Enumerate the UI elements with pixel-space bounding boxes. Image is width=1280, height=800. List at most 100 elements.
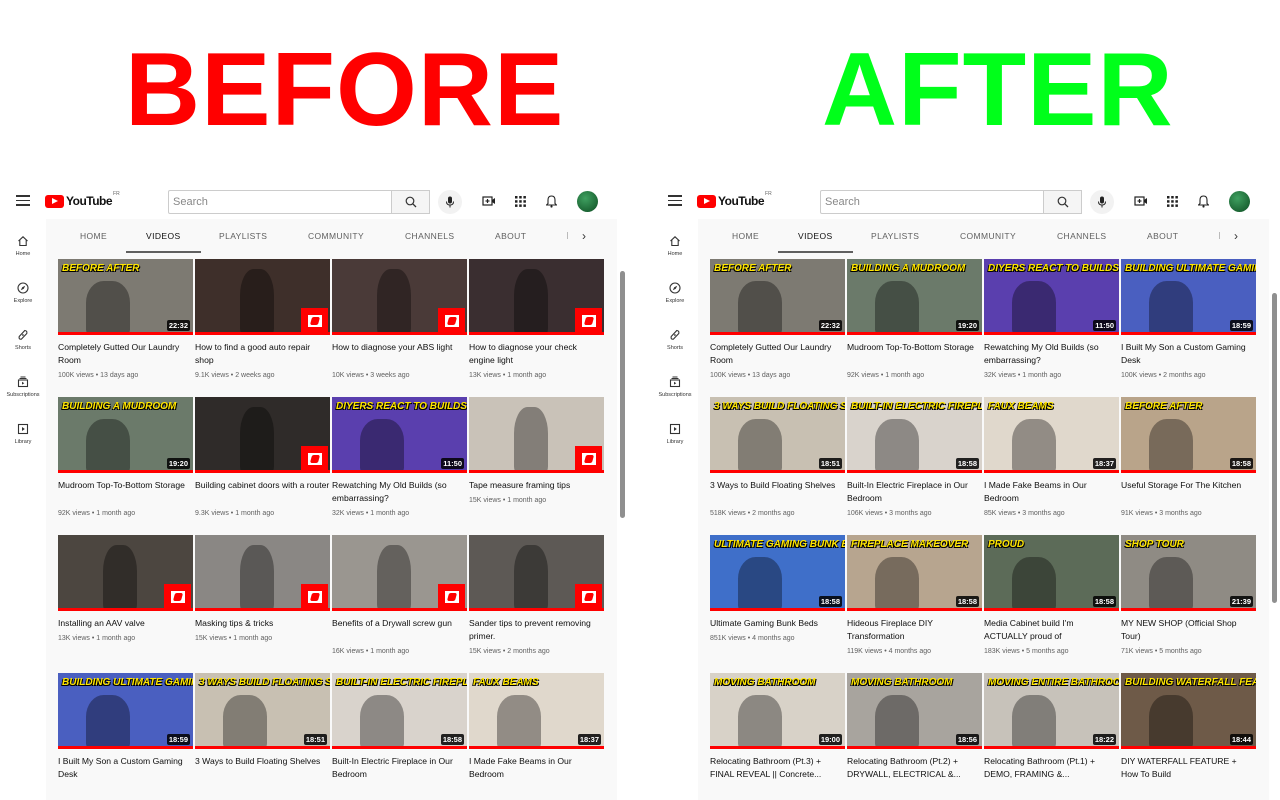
chevron-right-icon[interactable]: › (1234, 229, 1238, 243)
video-card[interactable]: 3 WAYS BUILD FLOATING SHELVES 18:51 3 Ways… (710, 397, 845, 531)
video-card[interactable]: BUILDING ULTIMATE GAMING DESK 18:59 I Buil… (1121, 259, 1256, 393)
video-card[interactable]: 3 WAYS BUILD FLOATING SHELVES 18:51 3 Ways… (195, 673, 330, 800)
video-card[interactable]: MOVING ENTIRE BATHROOM 18:22 Relocating Ba… (984, 673, 1119, 800)
video-title[interactable]: Relocating Bathroom (Pt.3) + FINAL REVEA… (710, 755, 845, 780)
video-card[interactable]: Sander tips to prevent removing primer. 1… (469, 535, 604, 669)
video-card[interactable]: BUILT-IN ELECTRIC FIREPLACE MANTEL18:58B… (847, 397, 982, 531)
video-thumbnail[interactable]: BEFORE AFTER 18:58 (1121, 397, 1256, 473)
video-card[interactable]: BUILT-IN ELECTRIC FIREPLACE MANTEL18:58B… (332, 673, 467, 800)
video-thumbnail[interactable]: 3 WAYS BUILD FLOATING SHELVES 18:51 (710, 397, 845, 473)
video-thumbnail[interactable] (469, 535, 604, 611)
video-card[interactable]: SHOP TOUR 21:39 MY NEW SHOP (Official Shop… (1121, 535, 1256, 669)
search-button[interactable] (392, 190, 430, 214)
video-card[interactable]: BUILDING ULTIMATE GAMING DESK 18:59 I Buil… (58, 673, 193, 800)
video-title[interactable]: Sander tips to prevent removing primer. (469, 617, 604, 642)
video-thumbnail[interactable]: BUILDING A MUDROOM 19:20 (847, 259, 982, 335)
tab-home[interactable]: HOME (80, 219, 107, 253)
video-thumbnail[interactable]: BUILDING WATERFALL FEATURE 18:44 (1121, 673, 1256, 749)
video-title[interactable]: Mudroom Top-To-Bottom Storage (58, 479, 193, 492)
video-title[interactable]: MY NEW SHOP (Official Shop Tour) (1121, 617, 1256, 642)
video-thumbnail[interactable]: MOVING BATHROOM 18:56 (847, 673, 982, 749)
video-thumbnail[interactable] (332, 259, 467, 335)
create-video-icon[interactable] (1134, 194, 1148, 208)
youtube-logo[interactable]: YouTube FR (45, 191, 120, 208)
video-title[interactable]: Built-In Electric Fireplace in Our Bedro… (847, 479, 982, 504)
create-video-icon[interactable] (482, 194, 496, 208)
video-card[interactable]: BUILDING WATERFALL FEATURE 18:44 DIY WATER… (1121, 673, 1256, 800)
video-card[interactable]: ULTIMATE GAMING BUNK BED 18:58 Ultimate Ga… (710, 535, 845, 669)
video-title[interactable]: I Built My Son a Custom Gaming Desk (58, 755, 193, 780)
video-thumbnail[interactable]: BUILDING A MUDROOM 19:20 (58, 397, 193, 473)
notifications-bell-icon[interactable] (1196, 194, 1210, 208)
sidebar-item-home[interactable]: Home (652, 235, 698, 257)
hamburger-menu-icon[interactable] (16, 195, 30, 206)
video-card[interactable]: DIYERS REACT TO BUILDS 11:50 Rewatching My… (332, 397, 467, 531)
apps-grid-icon[interactable] (513, 194, 527, 208)
search-input[interactable]: Search (168, 190, 392, 214)
video-thumbnail[interactable]: 3 WAYS BUILD FLOATING SHELVES 18:51 (195, 673, 330, 749)
video-card[interactable]: Tape measure framing tips 15K views • 1 m… (469, 397, 604, 531)
video-thumbnail[interactable] (469, 397, 604, 473)
scrollbar-thumb[interactable] (1272, 293, 1277, 603)
video-title[interactable]: I Made Fake Beams in Our Bedroom (984, 479, 1119, 504)
video-title[interactable]: Tape measure framing tips (469, 479, 604, 492)
video-thumbnail[interactable]: DIYERS REACT TO BUILDS 11:50 (984, 259, 1119, 335)
video-title[interactable]: Built-In Electric Fireplace in Our Bedro… (332, 755, 467, 780)
hamburger-menu-icon[interactable] (668, 195, 682, 206)
video-title[interactable]: Installing an AAV valve (58, 617, 193, 630)
video-thumbnail[interactable]: BEFORE AFTER 22:32 (58, 259, 193, 335)
sidebar-item-home[interactable]: Home (0, 235, 46, 257)
sidebar-item-shorts[interactable]: Shorts (652, 329, 698, 351)
tab-playlists[interactable]: PLAYLISTS (871, 219, 919, 253)
video-thumbnail[interactable]: PROUD 18:58 (984, 535, 1119, 611)
apps-grid-icon[interactable] (1165, 194, 1179, 208)
sidebar-item-library[interactable]: Library (0, 423, 46, 445)
video-thumbnail[interactable]: FIREPLACE MAKEOVER 18:58 (847, 535, 982, 611)
tab-channels[interactable]: CHANNELS (1057, 219, 1107, 253)
sidebar-item-explore[interactable]: Explore (652, 282, 698, 304)
video-thumbnail[interactable]: BUILDING ULTIMATE GAMING DESK 18:59 (1121, 259, 1256, 335)
voice-search-button[interactable] (1090, 190, 1114, 214)
sidebar-item-subscriptions[interactable]: Subscriptions (0, 376, 46, 398)
video-card[interactable]: Benefits of a Drywall screw gun 16K views… (332, 535, 467, 669)
tab-community[interactable]: COMMUNITY (308, 219, 364, 253)
video-card[interactable]: BUILDING A MUDROOM 19:20 Mudroom Top-To-Bo… (847, 259, 982, 393)
video-card[interactable]: FAUX BEAMS 18:37 I Made Fake Beams in Our … (469, 673, 604, 800)
video-thumbnail[interactable]: BEFORE AFTER 22:32 (710, 259, 845, 335)
video-card[interactable]: FAUX BEAMS 18:37 I Made Fake Beams in Our … (984, 397, 1119, 531)
video-title[interactable]: Rewatching My Old Builds (so embarrassin… (984, 341, 1119, 366)
video-title[interactable]: Building cabinet doors with a router (195, 479, 330, 492)
video-title[interactable]: Hideous Fireplace DIY Transformation (847, 617, 982, 642)
video-thumbnail[interactable] (469, 259, 604, 335)
scrollbar-thumb[interactable] (620, 271, 625, 518)
video-thumbnail[interactable] (195, 397, 330, 473)
account-avatar[interactable] (577, 191, 598, 212)
video-title[interactable]: Relocating Bathroom (Pt.2) + DRYWALL, EL… (847, 755, 982, 780)
tab-channels[interactable]: CHANNELS (405, 219, 455, 253)
video-thumbnail[interactable]: DIYERS REACT TO BUILDS 11:50 (332, 397, 467, 473)
tab-about[interactable]: ABOUT (495, 219, 526, 253)
sidebar-item-library[interactable]: Library (652, 423, 698, 445)
tab-videos[interactable]: VIDEOS (778, 219, 853, 253)
video-title[interactable]: How to diagnose your check engine light (469, 341, 604, 366)
video-card[interactable]: MOVING BATHROOM 18:56 Relocating Bathroom … (847, 673, 982, 800)
video-title[interactable]: Ultimate Gaming Bunk Beds (710, 617, 845, 630)
video-thumbnail[interactable]: MOVING BATHROOM 19:00 (710, 673, 845, 749)
search-input[interactable]: Search (820, 190, 1044, 214)
tab-videos[interactable]: VIDEOS (126, 219, 201, 253)
video-title[interactable]: Relocating Bathroom (Pt.1) + DEMO, FRAMI… (984, 755, 1119, 780)
video-title[interactable]: Media Cabinet build I'm ACTUALLY proud o… (984, 617, 1119, 642)
video-thumbnail[interactable]: FAUX BEAMS 18:37 (469, 673, 604, 749)
video-thumbnail[interactable]: FAUX BEAMS 18:37 (984, 397, 1119, 473)
chevron-right-icon[interactable]: › (582, 229, 586, 243)
video-card[interactable]: Installing an AAV valve 13K views • 1 mon… (58, 535, 193, 669)
video-card[interactable]: BEFORE AFTER 22:32 Completely Gutted Our L… (58, 259, 193, 393)
video-title[interactable]: Mudroom Top-To-Bottom Storage (847, 341, 982, 354)
tab-community[interactable]: COMMUNITY (960, 219, 1016, 253)
video-title[interactable]: Completely Gutted Our Laundry Room (710, 341, 845, 366)
video-title[interactable]: Completely Gutted Our Laundry Room (58, 341, 193, 366)
video-thumbnail[interactable] (332, 535, 467, 611)
video-card[interactable]: DIYERS REACT TO BUILDS 11:50 Rewatching My… (984, 259, 1119, 393)
video-title[interactable]: 3 Ways to Build Floating Shelves (710, 479, 845, 492)
video-card[interactable]: PROUD 18:58 Media Cabinet build I'm ACTUAL… (984, 535, 1119, 669)
